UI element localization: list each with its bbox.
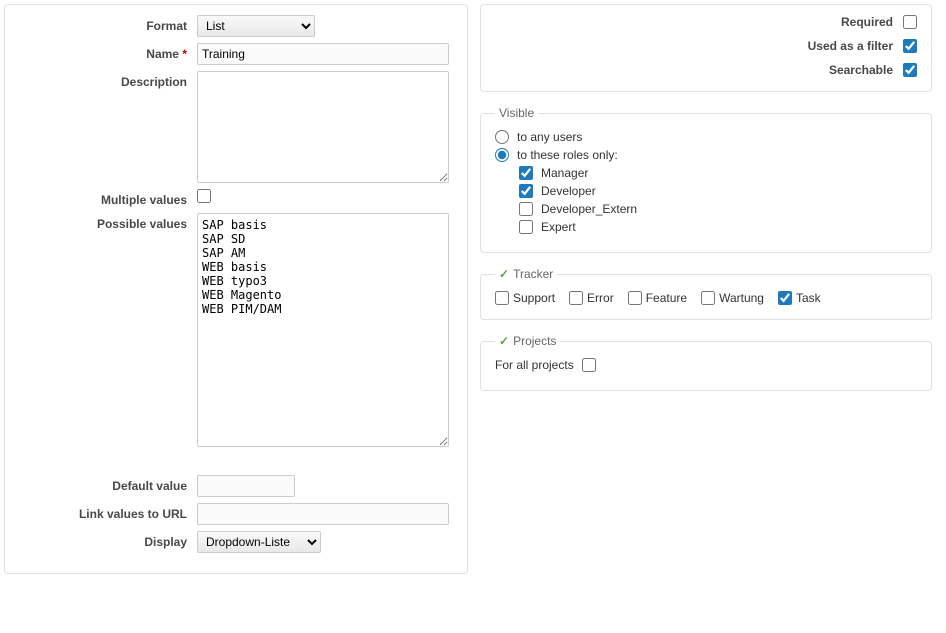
role-label: Developer: [541, 184, 596, 198]
custom-field-form: Format List Name * Description Multiple …: [4, 4, 468, 574]
projects-all-checkbox[interactable]: [582, 358, 596, 372]
visible-any-label: to any users: [517, 130, 582, 144]
default-value-label: Default value: [19, 475, 197, 493]
role-checkbox[interactable]: [519, 220, 533, 234]
format-label: Format: [19, 15, 197, 33]
role-label: Manager: [541, 166, 588, 180]
required-label: Required: [495, 15, 903, 29]
check-icon: ✓: [499, 267, 509, 281]
role-checkbox[interactable]: [519, 202, 533, 216]
filter-checkbox[interactable]: [903, 39, 917, 53]
tracker-checkbox[interactable]: [778, 291, 792, 305]
visible-roles-radio[interactable]: [495, 148, 509, 162]
searchable-checkbox[interactable]: [903, 63, 917, 77]
tracker-label: Wartung: [719, 291, 764, 305]
tracker-label: Support: [513, 291, 555, 305]
tracker-label: Error: [587, 291, 614, 305]
description-label: Description: [19, 71, 197, 89]
link-url-label: Link values to URL: [19, 503, 197, 521]
name-label: Name *: [19, 43, 197, 61]
role-checkbox[interactable]: [519, 184, 533, 198]
role-checkbox[interactable]: [519, 166, 533, 180]
visible-roles-label: to these roles only:: [517, 148, 618, 162]
role-label: Developer_Extern: [541, 202, 637, 216]
tracker-checkbox[interactable]: [628, 291, 642, 305]
tracker-label: Feature: [646, 291, 687, 305]
visible-any-radio[interactable]: [495, 130, 509, 144]
check-icon: ✓: [499, 334, 509, 348]
multiple-values-checkbox[interactable]: [197, 189, 211, 203]
required-checkbox[interactable]: [903, 15, 917, 29]
format-select[interactable]: List: [197, 15, 315, 37]
projects-all-label: For all projects: [495, 358, 574, 372]
default-value-input[interactable]: [197, 475, 295, 497]
possible-values-label: Possible values: [19, 213, 197, 231]
tracker-checkbox[interactable]: [569, 291, 583, 305]
name-input[interactable]: [197, 43, 449, 65]
tracker-fieldset: ✓Tracker Support Error Feature Wartung Task: [480, 267, 932, 320]
multiple-values-label: Multiple values: [19, 189, 197, 207]
tracker-label: Task: [796, 291, 821, 305]
possible-values-textarea[interactable]: SAP basis SAP SD SAP AM WEB basis WEB ty…: [197, 213, 449, 447]
searchable-label: Searchable: [495, 63, 903, 77]
filter-label: Used as a filter: [495, 39, 903, 53]
description-textarea[interactable]: [197, 71, 449, 183]
display-select[interactable]: Dropdown-Liste: [197, 531, 321, 553]
tracker-checkbox[interactable]: [701, 291, 715, 305]
projects-legend: ✓Projects: [495, 334, 560, 348]
display-label: Display: [19, 531, 197, 549]
flags-panel: Required Used as a filter Searchable: [480, 4, 932, 92]
role-label: Expert: [541, 220, 576, 234]
tracker-legend: ✓Tracker: [495, 267, 557, 281]
visible-fieldset: Visible to any users to these roles only…: [480, 106, 932, 253]
projects-fieldset: ✓Projects For all projects: [480, 334, 932, 391]
link-url-input[interactable]: [197, 503, 449, 525]
tracker-checkbox[interactable]: [495, 291, 509, 305]
visible-legend: Visible: [495, 106, 538, 120]
